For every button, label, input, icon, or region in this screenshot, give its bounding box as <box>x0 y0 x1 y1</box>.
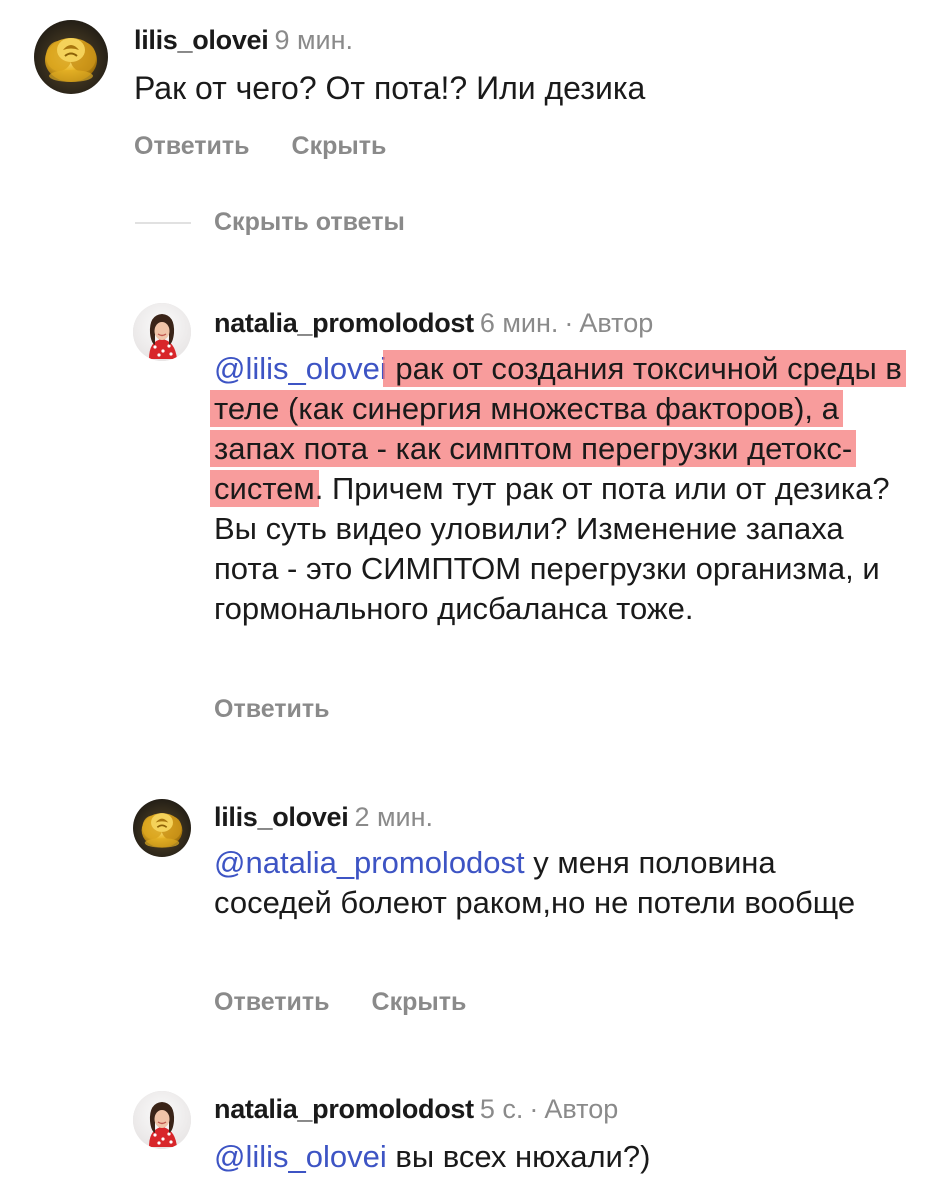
comment-meta: natalia_promolodost 5 с. · Автор <box>214 1093 618 1125</box>
author-name[interactable]: lilis_olovei <box>214 802 349 832</box>
author-name[interactable]: natalia_promolodost <box>214 308 474 338</box>
author-badge: Автор <box>579 308 654 338</box>
timestamp: 5 с. <box>479 1094 524 1124</box>
reply-button[interactable]: Ответить <box>134 131 250 161</box>
rose-avatar-icon[interactable] <box>133 799 191 857</box>
rose-avatar-icon[interactable] <box>34 20 108 94</box>
comment-text: @natalia_promolodost у меня половина сос… <box>214 845 856 920</box>
author-badge: Автор <box>544 1094 619 1124</box>
comment-text: @lilis_olovei рак от создания токсичной … <box>210 349 916 629</box>
meta-separator: · <box>529 1094 539 1124</box>
author-avatar-icon[interactable] <box>133 303 191 361</box>
comment-actions: Ответить <box>214 694 372 724</box>
comment-meta: natalia_promolodost 6 мин. · Автор <box>214 307 653 339</box>
comment-meta: lilis_olovei 9 мин. <box>134 24 353 56</box>
thread-divider <box>135 222 191 224</box>
hide-replies-button[interactable]: Скрыть ответы <box>214 207 405 237</box>
meta-separator: · <box>564 308 574 338</box>
mention-link[interactable]: @lilis_olovei <box>214 351 387 386</box>
mention-link[interactable]: @lilis_olovei <box>214 1139 387 1174</box>
reply-button[interactable]: Ответить <box>214 694 330 724</box>
author-avatar-icon[interactable] <box>133 1091 191 1149</box>
comment-text: Рак от чего? От пота!? Или дезика <box>134 70 646 106</box>
author-name[interactable]: lilis_olovei <box>134 25 269 55</box>
author-name[interactable]: natalia_promolodost <box>214 1094 474 1124</box>
reply-button[interactable]: Ответить <box>214 987 330 1017</box>
comment-actions: Ответить Скрыть <box>214 987 508 1017</box>
timestamp: 2 мин. <box>354 802 434 832</box>
hide-button[interactable]: Скрыть <box>292 131 387 161</box>
timestamp: 9 мин. <box>274 25 354 55</box>
timestamp: 6 мин. <box>479 308 559 338</box>
hide-button[interactable]: Скрыть <box>372 987 467 1017</box>
mention-link[interactable]: @natalia_promolodost <box>214 845 525 880</box>
comment-actions: Ответить Скрыть <box>134 131 428 161</box>
comment-text: @lilis_olovei вы всех нюхали?) <box>214 1139 651 1174</box>
comment-meta: lilis_olovei 2 мин. <box>214 801 433 833</box>
